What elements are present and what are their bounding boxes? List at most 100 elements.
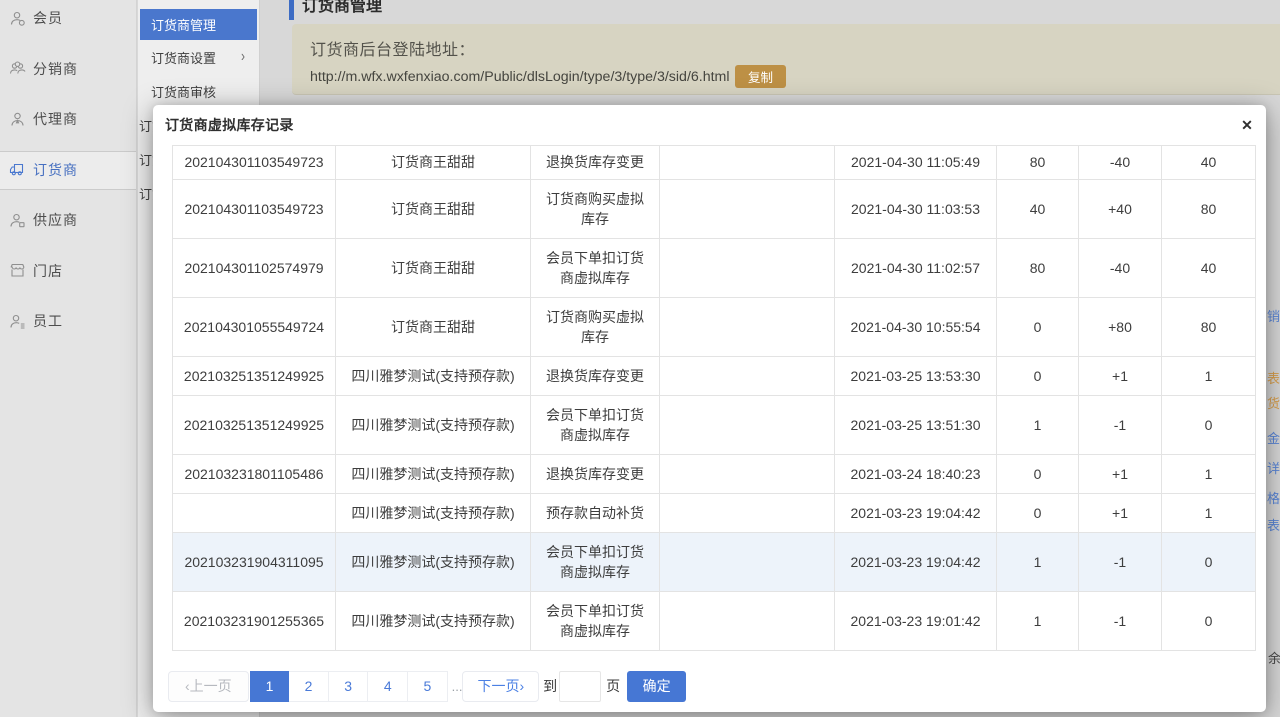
cell-remark — [660, 494, 835, 533]
cell-change_type: 订货商购买虚拟库存 — [531, 180, 660, 239]
member-icon — [9, 10, 26, 27]
cell-time: 2021-03-25 13:51:30 — [835, 396, 997, 455]
cell-remark — [660, 533, 835, 592]
cell-remark — [660, 396, 835, 455]
cell-stock_change: +1 — [1079, 455, 1162, 494]
modal-title: 订货商虚拟库存记录 — [165, 105, 294, 145]
table-row: 202103251351249925四川雅梦测试(支持预存款)会员下单扣订货商虚… — [173, 396, 1256, 455]
distributor-icon — [9, 60, 26, 77]
sidebar-item-label: 会员 — [33, 8, 63, 28]
cell-dealer_name: 四川雅梦测试(支持预存款) — [336, 455, 531, 494]
cell-stock_after: 0 — [1162, 592, 1256, 651]
cell-change_type: 订货商购买虚拟库存 — [531, 298, 660, 357]
stock-record-table: 202104301103549723订货商王甜甜退换货库存变更 2021-04-3… — [172, 145, 1256, 651]
cell-stock_before: 1 — [997, 533, 1079, 592]
cell-time: 2021-03-23 19:01:42 — [835, 592, 997, 651]
cell-remark — [660, 239, 835, 298]
cell-remark — [660, 146, 835, 180]
cell-order_no — [173, 494, 336, 533]
cell-stock_after: 80 — [1162, 180, 1256, 239]
cell-dealer_name: 四川雅梦测试(支持预存款) — [336, 396, 531, 455]
sidebar-item-label: 员工 — [33, 311, 63, 331]
sidebar-item-label: 分销商 — [33, 59, 78, 79]
cell-dealer_name: 四川雅梦测试(支持预存款) — [336, 494, 531, 533]
page-number-5[interactable]: 5 — [408, 671, 448, 702]
next-page-button[interactable]: 下一页› — [462, 671, 539, 702]
table-row: 202104301103549723订货商王甜甜退换货库存变更2021-04-3… — [173, 146, 1256, 180]
submenu-item-3[interactable]: 订货商审核 — [138, 74, 259, 108]
cell-stock_after: 40 — [1162, 239, 1256, 298]
cell-stock_change: +1 — [1079, 494, 1162, 533]
goto-confirm-button[interactable]: 确定 — [627, 671, 686, 702]
cell-order_no: 202103251351249925 — [173, 357, 336, 396]
cell-stock_change: -1 — [1079, 592, 1162, 651]
cell-order_no: 202104301103549723 — [173, 180, 336, 239]
cell-change_type: 会员下单扣订货商虚拟库存 — [531, 533, 660, 592]
cell-change_type: 会员下单扣订货商虚拟库存 — [531, 592, 660, 651]
supplier-icon — [9, 212, 26, 229]
sidebar-item-3[interactable]: 代理商 — [0, 94, 136, 145]
table-row: 202104301102574979订货商王甜甜会员下单扣订货商虚拟库存2021… — [173, 239, 1256, 298]
cell-change_type: 退换货库存变更 — [531, 455, 660, 494]
page-number-4[interactable]: 4 — [368, 671, 408, 702]
sidebar-item-6[interactable]: 门店 — [0, 246, 136, 297]
cell-stock_after: 1 — [1162, 455, 1256, 494]
table-row: 202104301055549724订货商王甜甜订货商购买虚拟库存2021-04… — [173, 298, 1256, 357]
cell-dealer_name: 订货商王甜甜 — [336, 298, 531, 357]
cell-order_no: 202103231904311095 — [173, 533, 336, 592]
cell-time: 2021-04-30 11:05:49 — [835, 146, 997, 180]
table-row: 四川雅梦测试(支持预存款)预存款自动补货2021-03-23 19:04:420… — [173, 494, 1256, 533]
cell-stock_after: 0 — [1162, 533, 1256, 592]
cell-order_no: 202103251351249925 — [173, 396, 336, 455]
submenu-item-2[interactable]: 订货商设置› — [138, 40, 259, 74]
cell-stock_change: +40 — [1079, 180, 1162, 239]
page-number-1[interactable]: 1 — [250, 671, 290, 702]
cell-stock_change: +1 — [1079, 357, 1162, 396]
copy-url-button[interactable]: 复制 — [735, 65, 786, 88]
submenu-item-label: 订货商审核 — [151, 82, 216, 101]
cell-remark — [660, 455, 835, 494]
cell-stock_change: -40 — [1079, 146, 1162, 180]
cell-time: 2021-03-23 19:04:42 — [835, 494, 997, 533]
sidebar-item-4[interactable]: 订货商 — [0, 145, 136, 196]
table-row: 202103231904311095四川雅梦测试(支持预存款)会员下单扣订货商虚… — [173, 533, 1256, 592]
covered-link-fragment: 详 — [1267, 458, 1280, 477]
table-row: 202103231901255365四川雅梦测试(支持预存款)会员下单扣订货商虚… — [173, 592, 1256, 651]
table-row: 202103231801105486四川雅梦测试(支持预存款)退换货库存变更 20… — [173, 455, 1256, 494]
prev-page-button[interactable]: ‹上一页 — [168, 671, 249, 702]
cell-stock_before: 0 — [997, 298, 1079, 357]
page-title-accent-bar — [289, 0, 294, 20]
cell-time: 2021-04-30 11:02:57 — [835, 239, 997, 298]
cell-time: 2021-03-25 13:53:30 — [835, 357, 997, 396]
login-url-value: http://m.wfx.wxfenxiao.com/Public/dlsLog… — [310, 69, 730, 85]
cell-stock_before: 0 — [997, 357, 1079, 396]
cell-stock_change: +80 — [1079, 298, 1162, 357]
cell-time: 2021-03-23 19:04:42 — [835, 533, 997, 592]
goto-page-input[interactable] — [559, 671, 601, 702]
sidebar-item-label: 门店 — [33, 261, 63, 281]
sidebar-item-7[interactable]: 员工 — [0, 296, 136, 347]
cell-change_type: 会员下单扣订货商虚拟库存 — [531, 239, 660, 298]
page-number-3[interactable]: 3 — [329, 671, 369, 702]
cell-dealer_name: 四川雅梦测试(支持预存款) — [336, 592, 531, 651]
cell-stock_after: 1 — [1162, 494, 1256, 533]
cell-time: 2021-03-24 18:40:23 — [835, 455, 997, 494]
login-url-label: 订货商后台登陆地址： — [310, 36, 475, 60]
page-number-2[interactable]: 2 — [289, 671, 329, 702]
pagination-bar: ‹上一页 12345 ... 下一页› 到 页 确定 — [168, 670, 1251, 702]
sidebar-item-5[interactable]: 供应商 — [0, 195, 136, 246]
cell-stock_after: 40 — [1162, 146, 1256, 180]
covered-link-fragment: 销 — [1267, 306, 1280, 325]
sidebar-item-1[interactable]: 会员 — [0, 0, 136, 44]
close-icon[interactable]: ✕ — [1238, 116, 1256, 134]
sidebar-item-label: 代理商 — [33, 109, 78, 129]
table-row: 202104301103549723订货商王甜甜订货商购买虚拟库存2021-04… — [173, 180, 1256, 239]
cell-order_no: 202103231801105486 — [173, 455, 336, 494]
sidebar-item-2[interactable]: 分销商 — [0, 44, 136, 95]
submenu-item-1[interactable]: 订货商管理 — [140, 9, 257, 40]
cell-remark — [660, 592, 835, 651]
covered-link-fragment: 表 — [1267, 515, 1280, 534]
cell-order_no: 202103231901255365 — [173, 592, 336, 651]
sidebar-item-label: 供应商 — [33, 210, 78, 230]
virtual-stock-record-modal: 订货商虚拟库存记录 ✕ 202104301103549723订货商王甜甜退换货库… — [153, 105, 1266, 712]
